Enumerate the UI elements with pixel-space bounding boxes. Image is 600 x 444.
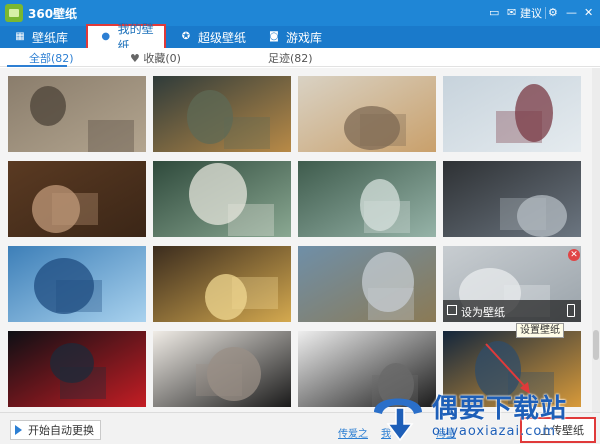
- wallpaper-image: [443, 76, 581, 152]
- filter-all[interactable]: 全部(82): [29, 50, 74, 66]
- wallpaper-thumbnail-misty-lake[interactable]: 设为壁纸 ✕: [443, 246, 581, 322]
- tab-bar: ▦ 壁纸库 ● 我的壁纸 ✪ 超级壁纸 ◙ 游戏库: [0, 22, 600, 53]
- filter-active-indicator: [7, 65, 67, 67]
- play-icon: [15, 425, 22, 435]
- set-wallpaper-label: 设为壁纸: [461, 306, 505, 319]
- wallpaper-thumbnail-mountain-lake[interactable]: [8, 246, 146, 322]
- wallpaper-image: [298, 246, 436, 322]
- wallpaper-thumbnail-bamboo-girl[interactable]: [153, 161, 291, 237]
- set-wallpaper-overlay[interactable]: 设为壁纸: [443, 300, 581, 322]
- tab-label: 游戏库: [286, 30, 323, 45]
- filter-favorites-label: 收藏(0): [143, 52, 181, 65]
- scrollbar-track[interactable]: [592, 68, 600, 412]
- wallpaper-image: [153, 246, 291, 322]
- tab-super-wallpaper[interactable]: ✪ 超级壁纸: [180, 26, 246, 48]
- wallpaper-thumbnail-man-in-doorway[interactable]: [8, 161, 146, 237]
- minimize-icon[interactable]: —: [566, 6, 577, 20]
- close-icon[interactable]: ✕: [568, 249, 580, 261]
- wallpaper-thumbnail-man-in-car[interactable]: [443, 161, 581, 237]
- tab-my-wallpaper[interactable]: ● 我的壁纸: [86, 22, 166, 53]
- wallpaper-thumbnail-valley[interactable]: [298, 246, 436, 322]
- tab-label: 壁纸库: [32, 30, 69, 45]
- wallpaper-image: [153, 76, 291, 152]
- wallpaper-thumbnail-snow-girl[interactable]: [443, 76, 581, 152]
- bottom-link-1[interactable]: 传爱之: [338, 425, 368, 440]
- scrollbar-thumb[interactable]: [593, 330, 599, 360]
- heart-icon: ♥: [130, 52, 140, 65]
- wallpaper-thumbnail-cartoon-block[interactable]: [153, 246, 291, 322]
- tooltip: 设置壁纸: [516, 323, 564, 338]
- separator: [545, 7, 546, 19]
- feedback-link[interactable]: 建议: [520, 5, 542, 21]
- grid-icon: ▦: [15, 31, 25, 42]
- wallpaper-image: [153, 161, 291, 237]
- desktop-icon: [447, 305, 457, 315]
- feedback-icon[interactable]: ✉: [507, 6, 516, 20]
- wallpaper-thumbnail-cats[interactable]: [8, 76, 146, 152]
- watermark: 偶要下载站 ouyaoxiazai.com: [366, 384, 592, 444]
- wallpaper-image: [153, 331, 291, 407]
- wallpaper-image: [8, 161, 146, 237]
- user-icon: ●: [101, 31, 111, 42]
- watermark-logo-icon: [374, 398, 422, 442]
- wallpaper-image: [8, 331, 146, 407]
- wallpaper-thumbnail-fairy-girl[interactable]: [298, 161, 436, 237]
- wallpaper-image: [443, 161, 581, 237]
- wallpaper-thumbnail-costume-warrior[interactable]: [298, 76, 436, 152]
- wallpaper-image: [298, 161, 436, 237]
- wallpaper-thumbnail-ink-warrior[interactable]: [153, 331, 291, 407]
- filter-footprints[interactable]: 足迹(82): [268, 50, 313, 66]
- tab-label: 超级壁纸: [198, 30, 247, 45]
- app-logo-icon: [5, 4, 23, 22]
- title-bar: 360壁纸 ▭ ✉ 建议 ⚙ — ✕: [0, 0, 600, 26]
- auto-change-label: 开始自动更换: [28, 424, 94, 437]
- close-icon[interactable]: ✕: [584, 6, 593, 20]
- wallpaper-thumbnail-red-spider[interactable]: [8, 331, 146, 407]
- tab-wallpaper-library[interactable]: ▦ 壁纸库: [14, 26, 68, 48]
- settings-icon[interactable]: ⚙: [548, 6, 558, 20]
- filter-favorites[interactable]: ♥ 收藏(0): [130, 50, 181, 66]
- app-title: 360壁纸: [28, 7, 78, 21]
- skin-icon[interactable]: ▭: [489, 6, 499, 20]
- wallpaper-image: [298, 76, 436, 152]
- star-icon: ✪: [181, 31, 191, 42]
- phone-icon[interactable]: [567, 304, 575, 317]
- gamepad-icon: ◙: [269, 31, 279, 42]
- auto-change-button[interactable]: 开始自动更换: [10, 420, 101, 440]
- wallpaper-thumbnail-lions[interactable]: [153, 76, 291, 152]
- wallpaper-image: [8, 246, 146, 322]
- tab-game-library[interactable]: ◙ 游戏库: [268, 26, 322, 48]
- watermark-title: 偶要下载站: [432, 394, 568, 424]
- watermark-url: ouyaoxiazai.com: [432, 424, 556, 439]
- filter-bar: 全部(82) ♥ 收藏(0) 足迹(82): [0, 48, 600, 67]
- wallpaper-image: [8, 76, 146, 152]
